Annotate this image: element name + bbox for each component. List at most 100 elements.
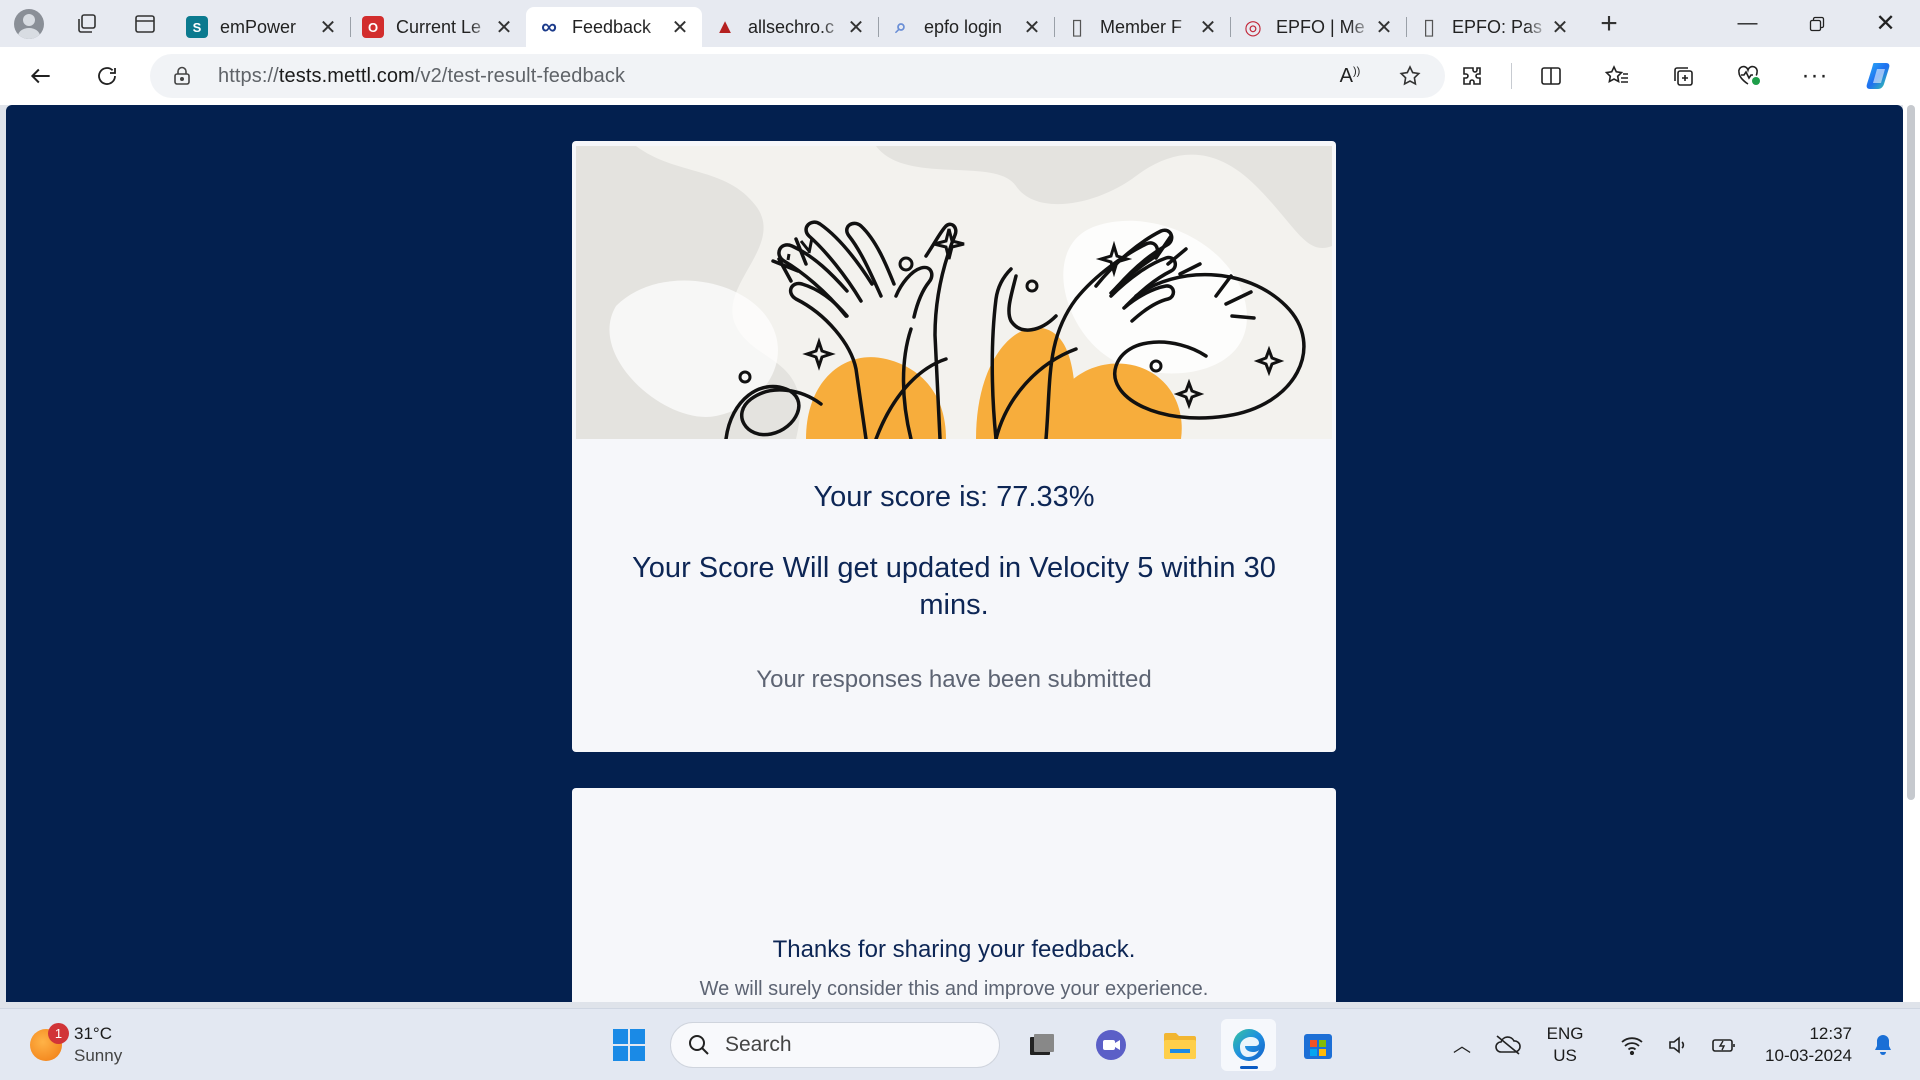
new-tab-button[interactable]: + — [1582, 0, 1636, 47]
favorite-star-button[interactable] — [1385, 54, 1435, 98]
heart-pulse-icon — [1738, 65, 1760, 85]
chevron-up-icon: ︿ — [1453, 1036, 1472, 1056]
tab-title: emPower — [220, 16, 297, 37]
volume-status[interactable] — [1655, 1035, 1701, 1055]
refresh-button[interactable] — [82, 54, 132, 98]
browser-tab[interactable]: S emPower ✕ — [174, 7, 350, 47]
browser-tab[interactable]: ⌕ epfo login ✕ — [878, 7, 1054, 47]
url-path: /v2/test-result-feedback — [414, 64, 626, 87]
result-card: Your score is: 77.33% Your Score Will ge… — [572, 141, 1336, 752]
browser-toolbar: https://tests.mettl.com/v2/test-result-f… — [0, 47, 1920, 105]
tab-favicon-icon: ◎ — [1244, 16, 1262, 39]
copilot-button[interactable] — [1848, 54, 1914, 98]
edge-taskbar-button[interactable] — [1221, 1019, 1276, 1071]
tab-favicon-icon: ▯ — [1070, 14, 1084, 39]
browser-tab[interactable]: ▯ EPFO: Pas ✕ — [1406, 7, 1582, 47]
tab-title: Member F — [1100, 16, 1183, 37]
browser-tab[interactable]: ▯ Member F ✕ — [1054, 7, 1230, 47]
minimize-button[interactable]: — — [1713, 0, 1782, 47]
weather-temperature: 31°C — [74, 1024, 112, 1043]
onedrive-button[interactable] — [1485, 1034, 1531, 1056]
split-screen-button[interactable] — [1518, 54, 1584, 98]
microsoft-store-button[interactable] — [1290, 1019, 1345, 1071]
start-button[interactable] — [601, 1019, 656, 1071]
favorites-button[interactable] — [1584, 54, 1650, 98]
clock[interactable]: 12:37 10-03-2024 — [1765, 1023, 1852, 1067]
close-icon: ✕ — [1875, 10, 1896, 37]
close-tab-icon[interactable]: ✕ — [1198, 15, 1218, 40]
task-view-icon — [1029, 1034, 1054, 1055]
tab-favicon-icon: ▯ — [1422, 14, 1436, 39]
close-window-button[interactable]: ✕ — [1851, 0, 1920, 47]
tab-title: Current Le — [396, 16, 482, 37]
score-text: Your score is: 77.33% — [813, 481, 1095, 513]
browser-tab[interactable]: O Current Le ✕ — [350, 7, 526, 47]
close-tab-icon[interactable]: ✕ — [494, 15, 514, 40]
scrollbar-thumb[interactable] — [1907, 105, 1915, 800]
system-tray: ︿ ENG US 12:37 10-03-2024 — [1439, 1009, 1920, 1080]
task-view-button[interactable] — [1014, 1019, 1069, 1071]
profile-button[interactable] — [0, 0, 58, 47]
close-tab-icon[interactable]: ✕ — [1022, 15, 1042, 40]
vertical-tabs-icon — [135, 14, 155, 33]
star-icon — [1399, 65, 1421, 86]
read-aloud-button[interactable]: A)) — [1325, 54, 1375, 98]
tab-actions-button[interactable] — [116, 0, 174, 47]
browser-tab[interactable]: ◎ EPFO | Me ✕ — [1230, 7, 1406, 47]
lock-icon[interactable] — [160, 66, 204, 86]
workspaces-button[interactable] — [58, 0, 116, 47]
split-screen-icon — [1541, 67, 1561, 85]
clock-date: 10-03-2024 — [1765, 1046, 1852, 1065]
close-tab-icon[interactable]: ✕ — [1550, 15, 1570, 40]
close-tab-icon[interactable]: ✕ — [670, 15, 690, 40]
close-tab-icon[interactable]: ✕ — [318, 15, 338, 40]
url-text: https://tests.mettl.com/v2/test-result-f… — [218, 65, 625, 88]
back-button[interactable] — [16, 54, 66, 98]
minimize-icon: — — [1737, 12, 1758, 34]
folder-icon — [1163, 1033, 1196, 1059]
chat-video-icon — [1095, 1030, 1126, 1060]
tab-strip: S emPower ✕ O Current Le ✕ ∞ Feedback ✕ … — [0, 0, 1920, 47]
profile-avatar-icon — [14, 8, 44, 39]
settings-more-button[interactable]: ··· — [1782, 54, 1848, 98]
extensions-button[interactable] — [1439, 54, 1505, 98]
cloud-offline-icon — [1495, 1035, 1521, 1055]
show-hidden-icons-button[interactable]: ︿ — [1439, 1032, 1485, 1058]
windows-logo-icon — [612, 1029, 645, 1061]
refresh-icon — [98, 67, 116, 85]
plus-icon: + — [1600, 6, 1618, 40]
teams-chat-button[interactable] — [1083, 1019, 1138, 1071]
workspaces-icon — [78, 13, 96, 33]
notifications-button[interactable] — [1860, 1033, 1906, 1057]
celebration-hands-icon — [576, 146, 1332, 439]
keyboard-region: US — [1553, 1046, 1577, 1065]
tab-favicon-icon: S — [186, 16, 208, 38]
bell-icon — [1875, 1035, 1891, 1055]
restore-button[interactable] — [1782, 0, 1851, 47]
tab-title: allsechro.c — [748, 16, 835, 37]
tab-title: EPFO | Me — [1276, 16, 1365, 37]
tab-title: Feedback — [572, 16, 652, 37]
browser-tab-active[interactable]: ∞ Feedback ✕ — [526, 7, 702, 47]
wifi-status[interactable] — [1609, 1035, 1655, 1055]
close-tab-icon[interactable]: ✕ — [846, 15, 866, 40]
browser-tab[interactable]: ▲ allsechro.c ✕ — [702, 7, 878, 47]
language-indicator[interactable]: ENG US — [1535, 1023, 1595, 1067]
address-bar[interactable]: https://tests.mettl.com/v2/test-result-f… — [150, 54, 1445, 98]
file-explorer-button[interactable] — [1152, 1019, 1207, 1071]
feedback-subtext: We will surely consider this and improve… — [699, 978, 1209, 1000]
close-tab-icon[interactable]: ✕ — [1374, 15, 1394, 40]
tab-favicon-icon: ▲ — [715, 15, 735, 38]
taskbar-center: Search — [601, 1019, 1345, 1071]
battery-status[interactable] — [1701, 1036, 1747, 1054]
browser-essentials-button[interactable] — [1716, 54, 1782, 98]
url-prefix: https:// — [218, 64, 279, 87]
thanks-heading: Thanks for sharing your feedback. — [772, 936, 1136, 963]
edge-browser-icon — [1232, 1029, 1265, 1061]
collections-button[interactable] — [1650, 54, 1716, 98]
high-five-illustration — [576, 146, 1332, 439]
clock-time: 12:37 — [1809, 1024, 1852, 1043]
puzzle-icon — [1463, 67, 1481, 85]
taskbar-search-box[interactable]: Search — [670, 1022, 1000, 1068]
weather-widget[interactable]: 1 31°C Sunny — [30, 1023, 122, 1067]
